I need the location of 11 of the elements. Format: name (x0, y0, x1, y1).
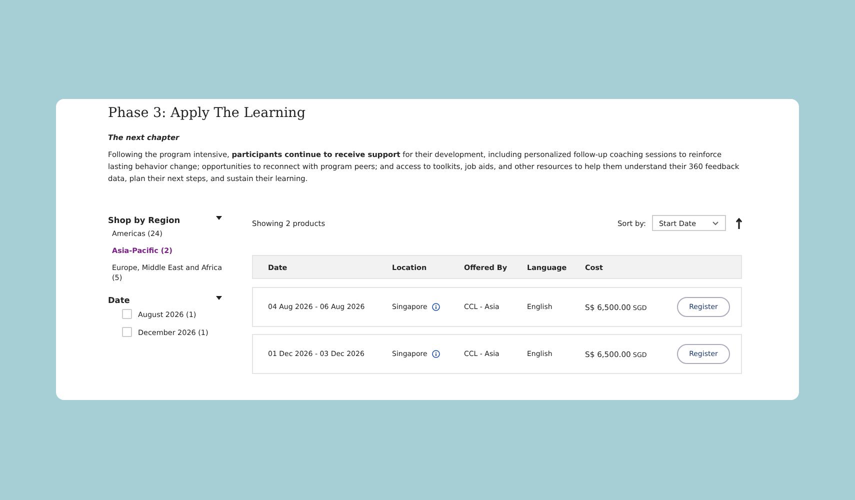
filter-heading: Shop by Region (108, 215, 180, 225)
sort-direction-icon[interactable] (736, 218, 742, 228)
caret-icon[interactable] (216, 216, 222, 220)
page-heading: Phase 3: Apply The Learning (108, 105, 307, 121)
checkbox[interactable] (122, 309, 132, 319)
checkbox[interactable] (122, 327, 132, 337)
chevron-icon (712, 220, 719, 226)
info-icon[interactable] (432, 350, 440, 358)
caret-icon[interactable] (216, 296, 222, 300)
filter-heading: Date (108, 295, 130, 305)
info-icon[interactable] (432, 303, 440, 311)
